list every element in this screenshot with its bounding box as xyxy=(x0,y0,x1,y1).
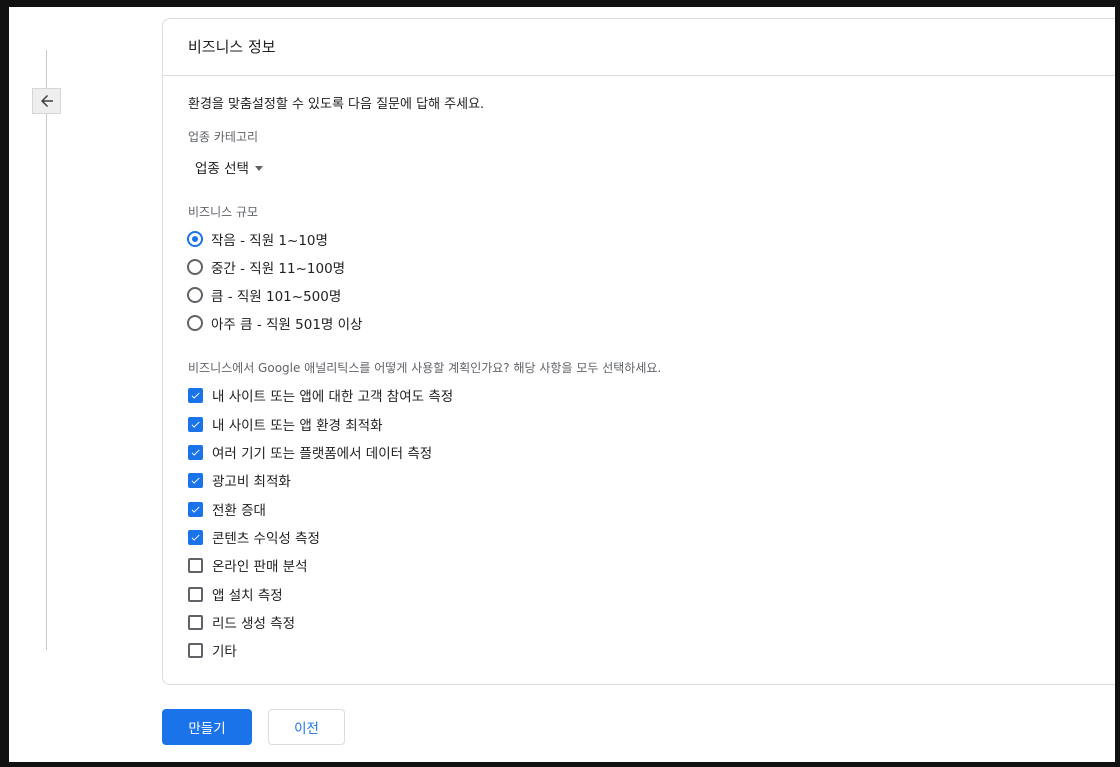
stepper-line xyxy=(46,50,47,650)
radio-button[interactable] xyxy=(187,315,203,331)
radio-button[interactable] xyxy=(187,287,203,303)
usage-option-label: 기타 xyxy=(212,644,237,660)
checkbox[interactable] xyxy=(188,444,203,460)
industry-select[interactable]: 업종 선택 xyxy=(195,157,263,177)
check-icon xyxy=(191,449,200,456)
usage-option-label: 리드 생성 측정 xyxy=(212,616,296,632)
usage-option[interactable]: 전환 증대 xyxy=(188,499,266,519)
checkbox[interactable] xyxy=(188,501,203,517)
size-option-large[interactable]: 큼 - 직원 101~500명 xyxy=(187,285,341,305)
industry-select-value: 업종 선택 xyxy=(195,161,249,177)
card-divider xyxy=(163,75,1120,76)
size-option-label: 아주 큼 - 직원 501명 이상 xyxy=(211,317,363,333)
usage-option-label: 콘텐츠 수익성 측정 xyxy=(212,531,320,547)
checkbox[interactable] xyxy=(188,472,203,488)
usage-option[interactable]: 리드 생성 측정 xyxy=(188,612,295,632)
usage-option[interactable]: 광고비 최적화 xyxy=(188,470,291,490)
checkbox[interactable] xyxy=(188,557,203,573)
check-icon xyxy=(191,534,200,541)
check-icon xyxy=(191,421,200,428)
usage-option-label: 앱 설치 측정 xyxy=(212,588,283,604)
usage-option-label: 내 사이트 또는 앱 환경 최적화 xyxy=(212,418,383,434)
usage-option-label: 전환 증대 xyxy=(212,503,266,519)
create-button[interactable]: 만들기 xyxy=(162,709,252,745)
usage-option[interactable]: 앱 설치 측정 xyxy=(188,584,283,604)
back-button[interactable] xyxy=(32,88,61,114)
usage-question: 비즈니스에서 Google 애널리틱스를 어떻게 사용할 계획인가요? 해당 사… xyxy=(188,361,662,375)
usage-option[interactable]: 콘텐츠 수익성 측정 xyxy=(188,527,320,547)
radio-button[interactable] xyxy=(187,231,203,247)
usage-option[interactable]: 내 사이트 또는 앱에 대한 고객 참여도 측정 xyxy=(188,385,453,405)
card-title: 비즈니스 정보 xyxy=(188,38,276,56)
usage-option[interactable]: 여러 기기 또는 플랫폼에서 데이터 측정 xyxy=(188,442,432,462)
intro-text: 환경을 맞춤설정할 수 있도록 다음 질문에 답해 주세요. xyxy=(188,97,485,112)
size-option-label: 중간 - 직원 11~100명 xyxy=(211,261,346,277)
usage-option[interactable]: 기타 xyxy=(188,640,237,660)
check-icon xyxy=(191,477,200,484)
size-option-small[interactable]: 작음 - 직원 1~10명 xyxy=(187,229,328,249)
usage-option-label: 온라인 판매 분석 xyxy=(212,559,308,575)
size-label: 비즈니스 규모 xyxy=(188,205,259,219)
business-info-card: 비즈니스 정보 환경을 맞춤설정할 수 있도록 다음 질문에 답해 주세요. 업… xyxy=(162,18,1120,685)
usage-option[interactable]: 내 사이트 또는 앱 환경 최적화 xyxy=(188,414,383,434)
previous-button[interactable]: 이전 xyxy=(268,709,345,745)
industry-label: 업종 카테고리 xyxy=(188,130,259,144)
checkbox[interactable] xyxy=(188,416,203,432)
size-option-medium[interactable]: 중간 - 직원 11~100명 xyxy=(187,257,345,277)
radio-button[interactable] xyxy=(187,259,203,275)
checkbox[interactable] xyxy=(188,642,203,658)
checkbox[interactable] xyxy=(188,387,203,403)
size-option-xlarge[interactable]: 아주 큼 - 직원 501명 이상 xyxy=(187,313,362,333)
chevron-down-icon xyxy=(254,165,263,171)
size-option-label: 작음 - 직원 1~10명 xyxy=(211,233,328,249)
usage-option[interactable]: 온라인 판매 분석 xyxy=(188,555,308,575)
usage-option-label: 내 사이트 또는 앱에 대한 고객 참여도 측정 xyxy=(212,389,454,405)
size-option-label: 큼 - 직원 101~500명 xyxy=(211,289,342,305)
usage-option-label: 여러 기기 또는 플랫폼에서 데이터 측정 xyxy=(212,446,433,462)
check-icon xyxy=(191,392,200,399)
check-icon xyxy=(191,506,200,513)
checkbox[interactable] xyxy=(188,529,203,545)
usage-option-label: 광고비 최적화 xyxy=(212,474,291,490)
arrow-left-icon xyxy=(40,95,53,107)
checkbox[interactable] xyxy=(188,586,203,602)
checkbox[interactable] xyxy=(188,614,203,630)
